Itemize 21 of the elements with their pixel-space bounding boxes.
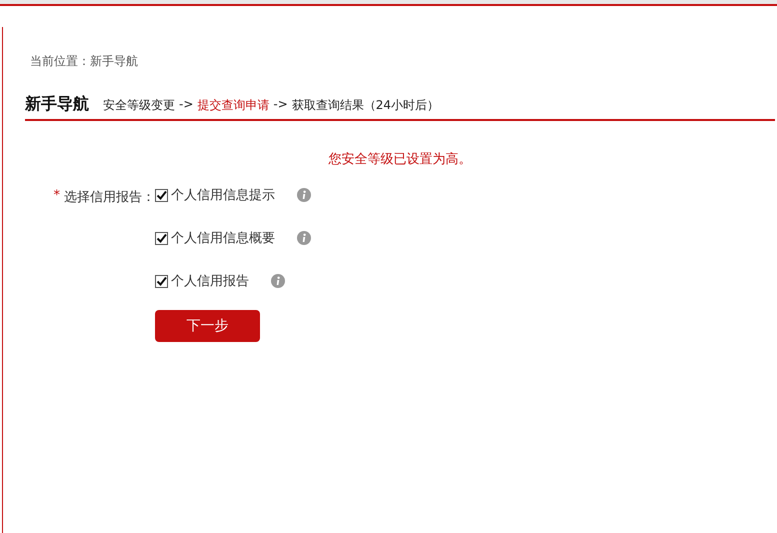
info-icon[interactable] [271, 274, 285, 288]
field-label: 选择信用报告： [64, 189, 155, 207]
checkbox[interactable] [155, 188, 168, 202]
checkbox[interactable] [155, 274, 168, 288]
required-mark: * [54, 188, 60, 205]
step-label: 安全等级变更 [103, 97, 175, 114]
step-arrow: -> [179, 97, 194, 113]
info-icon[interactable] [297, 188, 311, 202]
checkbox[interactable] [155, 232, 168, 244]
step-arrow: -> [273, 97, 288, 113]
step-label: 获取查询结果（24小时后） [292, 97, 440, 114]
step-label: 提交查询申请 [197, 97, 270, 114]
info-icon[interactable] [297, 231, 311, 245]
status-message: 您安全等级已设置为高。 [328, 152, 472, 167]
breadcrumb-current: 新手导航 [90, 53, 138, 70]
option-label: 个人信用报告 [171, 273, 249, 290]
option-label: 个人信用信息概要 [171, 230, 275, 247]
option-label: 个人信用信息提示 [171, 187, 275, 204]
breadcrumb-label: 当前位置： [30, 53, 90, 70]
next-button[interactable]: 下一步 [155, 310, 260, 342]
page-title: 新手导航 [25, 94, 89, 115]
